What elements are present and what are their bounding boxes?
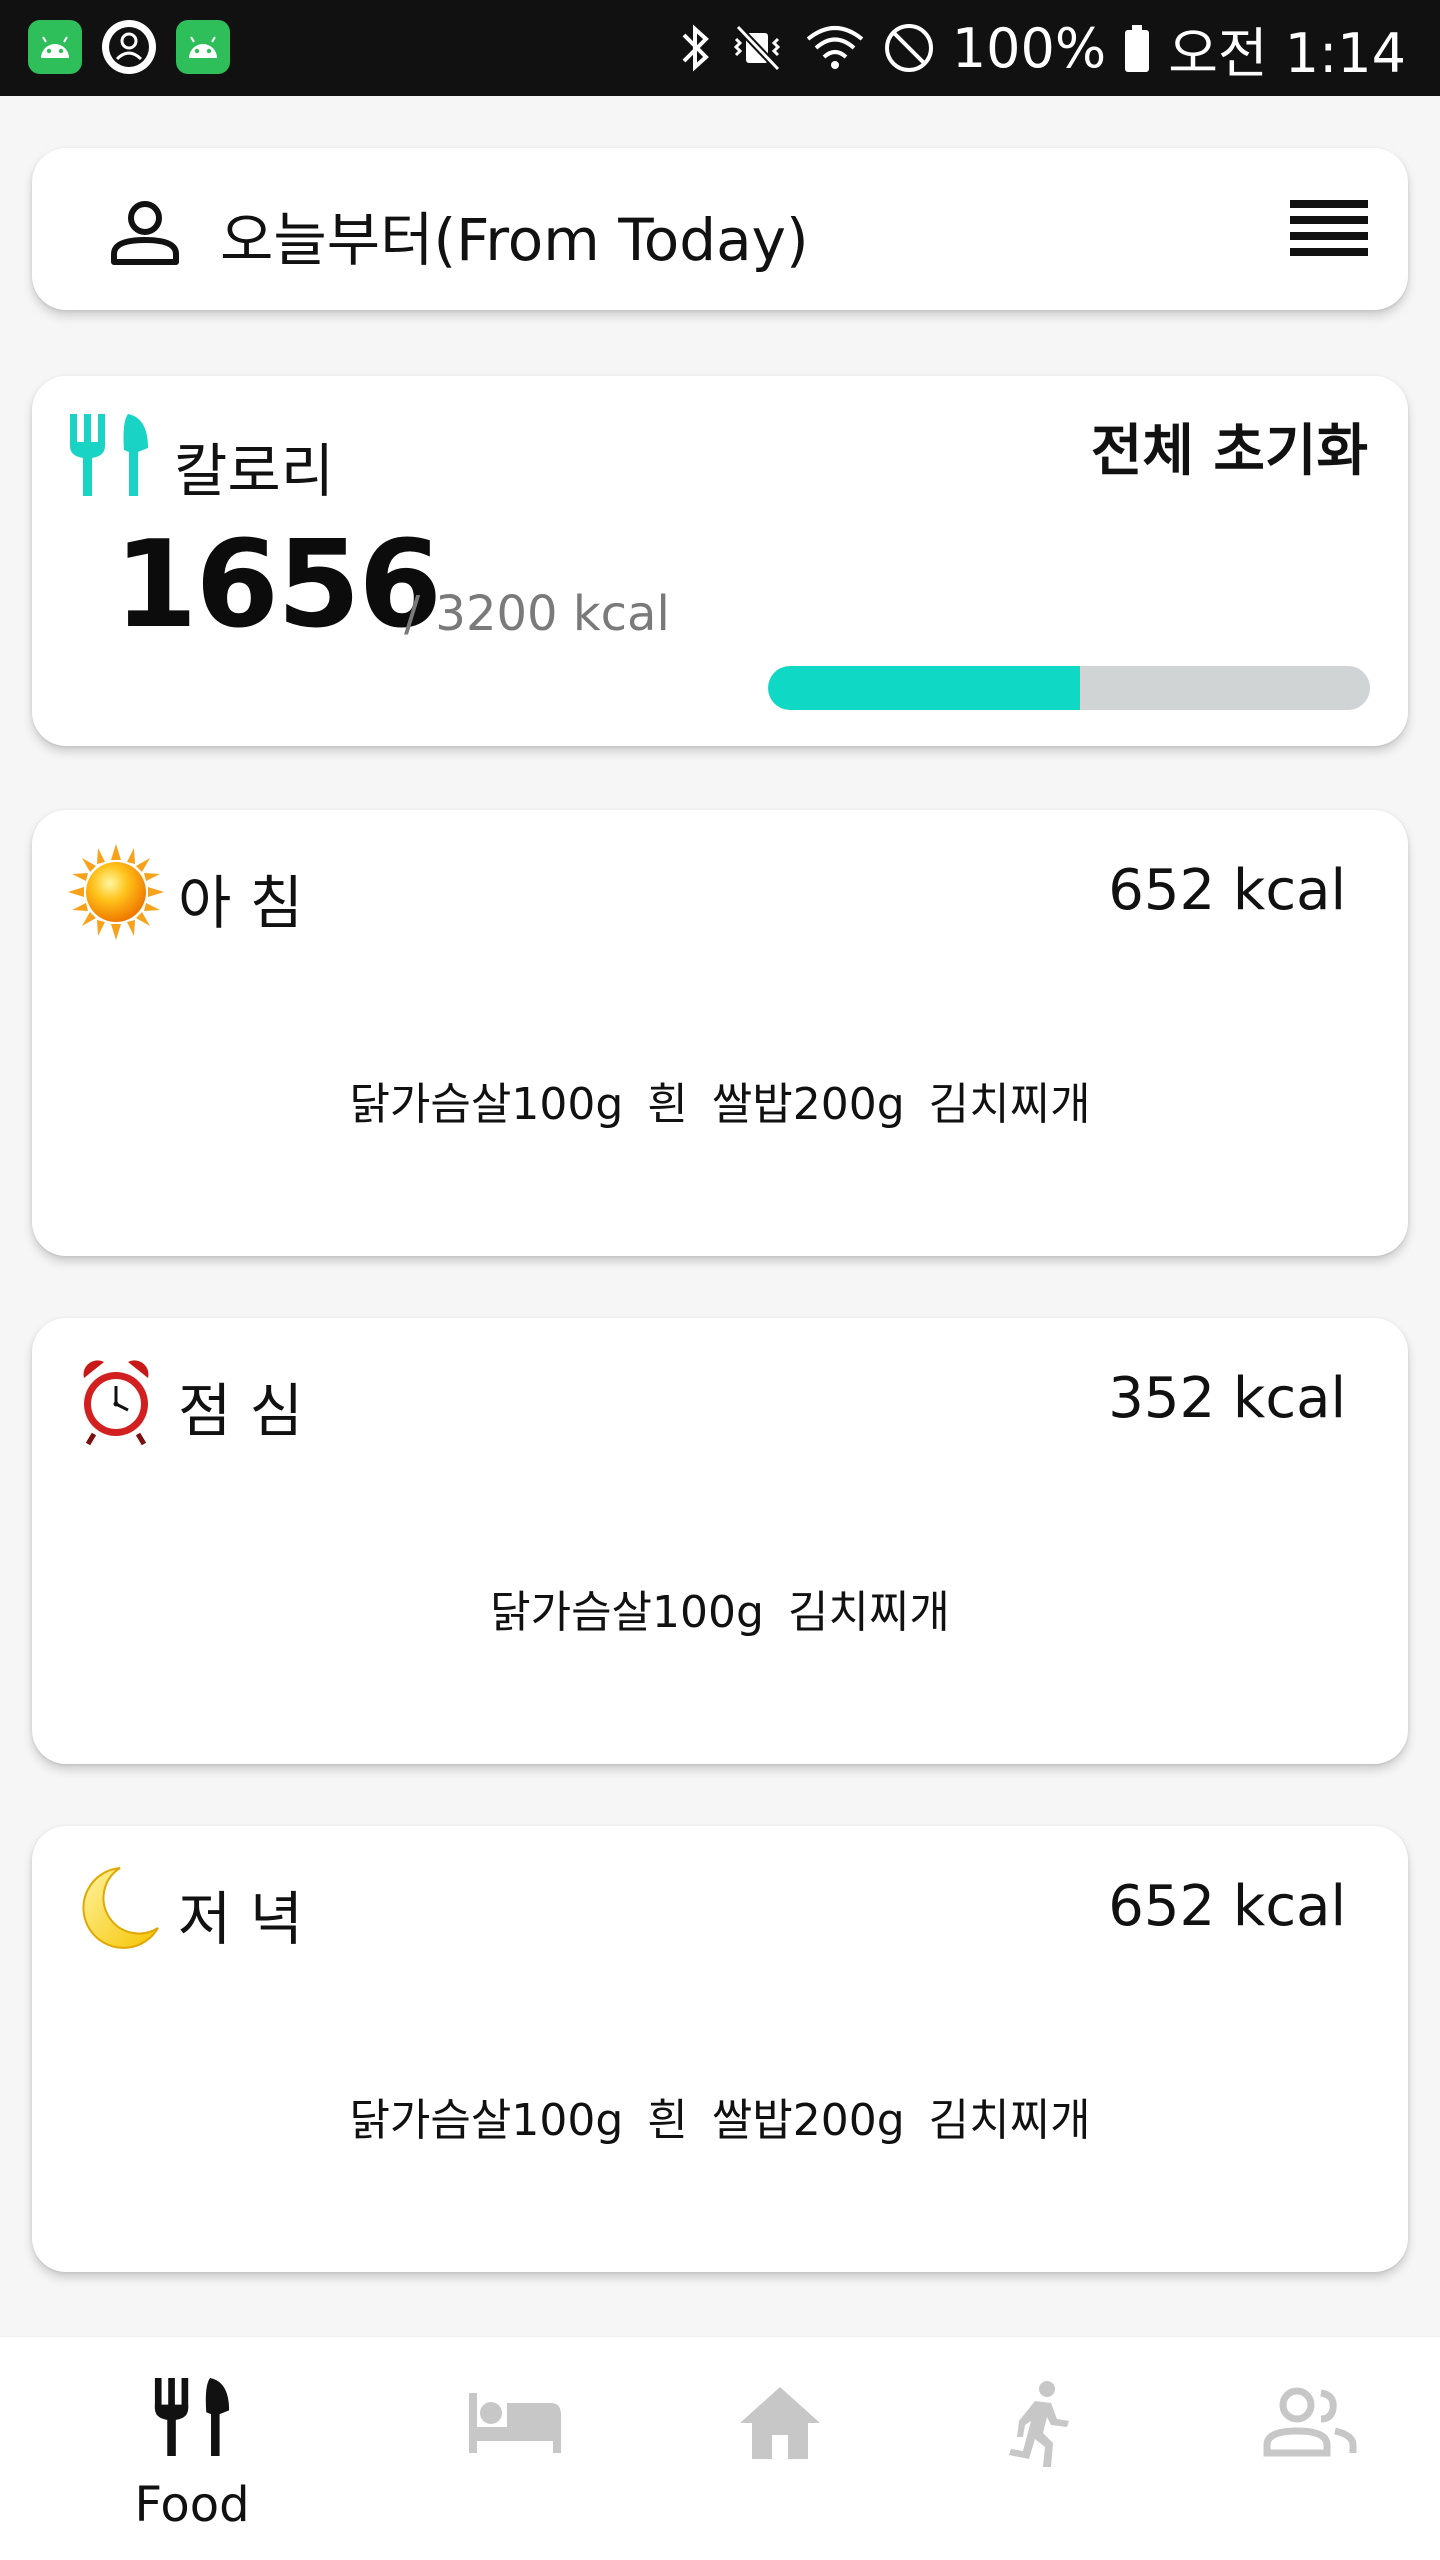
fork-knife-icon: [153, 2375, 231, 2463]
nav-tab-food[interactable]: Food: [48, 2337, 336, 2560]
nav-tab-sleep[interactable]: [372, 2337, 660, 2560]
bed-icon: [469, 2393, 563, 2457]
meal-item: 닭가슴살100g: [349, 1079, 624, 1130]
meal-title: 저 녁: [178, 1885, 304, 1953]
meal-items: 닭가슴살100g 흰 쌀밥200g 김치찌개: [32, 1068, 1408, 1132]
calorie-progress-fill: [768, 666, 1080, 710]
nav-tab-home[interactable]: [636, 2337, 924, 2560]
meal-item: 흰 쌀밥200g: [647, 2095, 905, 2146]
people-icon: [1263, 2387, 1357, 2461]
calorie-current-value: 1656: [114, 516, 442, 655]
account-circle-icon: [102, 20, 156, 74]
calorie-summary-card: 칼로리 전체 초기화 1656 / 3200 kcal: [32, 376, 1408, 746]
hamburger-menu-icon[interactable]: [1290, 198, 1368, 262]
meal-items: 닭가슴살100g 김치찌개: [32, 1576, 1408, 1640]
meal-title: 아 침: [178, 869, 304, 937]
meal-item: 닭가슴살100g: [490, 1587, 764, 1638]
android-app-icon: [176, 20, 230, 74]
meal-title: 점 심: [178, 1377, 304, 1445]
running-icon: [1005, 2381, 1075, 2471]
reset-all-button[interactable]: 전체 초기화: [1091, 406, 1368, 487]
alarm-clock-icon: [68, 1352, 164, 1448]
meal-kcal: 652 kcal: [1108, 858, 1346, 923]
vibrate-mute-icon: [733, 24, 781, 72]
meal-item: 김치찌개: [928, 2095, 1091, 2146]
do-not-disturb-icon: [884, 24, 933, 72]
moon-icon: [68, 1860, 164, 1956]
calorie-label: 칼로리: [174, 437, 335, 505]
system-status: 100% 오전 1:14: [678, 14, 1406, 85]
sun-icon: [68, 844, 164, 940]
home-icon: [740, 2387, 820, 2463]
bottom-navigation: Food: [0, 2336, 1440, 2560]
meal-kcal: 352 kcal: [1108, 1366, 1346, 1431]
nav-tab-community[interactable]: [1166, 2337, 1440, 2560]
meal-card-dinner[interactable]: 저 녁 652 kcal 닭가슴살100g 흰 쌀밥200g 김치찌개: [32, 1826, 1408, 2272]
wifi-icon: [806, 26, 864, 69]
meal-item: 흰 쌀밥200g: [647, 1079, 905, 1130]
notification-icons: [28, 20, 230, 74]
meal-item: 김치찌개: [787, 1587, 950, 1638]
clock: 오전 1:14: [1168, 21, 1406, 85]
meal-items: 닭가슴살100g 흰 쌀밥200g 김치찌개: [32, 2084, 1408, 2148]
meal-card-lunch[interactable]: 점 심 352 kcal 닭가슴살100g 김치찌개: [32, 1318, 1408, 1764]
battery-icon: [1125, 25, 1150, 72]
calorie-progress-bar: [768, 666, 1370, 710]
battery-percent: 100%: [951, 16, 1107, 80]
user-icon[interactable]: [108, 198, 182, 270]
nav-tab-exercise[interactable]: [896, 2337, 1184, 2560]
fork-knife-icon: [68, 412, 150, 502]
meal-item: 김치찌개: [928, 1079, 1091, 1130]
meal-kcal: 652 kcal: [1108, 1874, 1346, 1939]
android-app-icon: [28, 20, 82, 74]
bluetooth-icon: [682, 24, 709, 72]
meal-item: 닭가슴살100g: [349, 2095, 624, 2146]
nav-label: Food: [134, 2477, 250, 2533]
app-header: 오늘부터(From Today): [32, 148, 1408, 310]
calorie-goal-text: / 3200 kcal: [404, 586, 670, 642]
status-bar: 100% 오전 1:14: [0, 0, 1440, 96]
meal-card-breakfast[interactable]: 아 침 652 kcal 닭가슴살100g 흰 쌀밥200g 김치찌개: [32, 810, 1408, 1256]
app-title: 오늘부터(From Today): [220, 206, 809, 274]
